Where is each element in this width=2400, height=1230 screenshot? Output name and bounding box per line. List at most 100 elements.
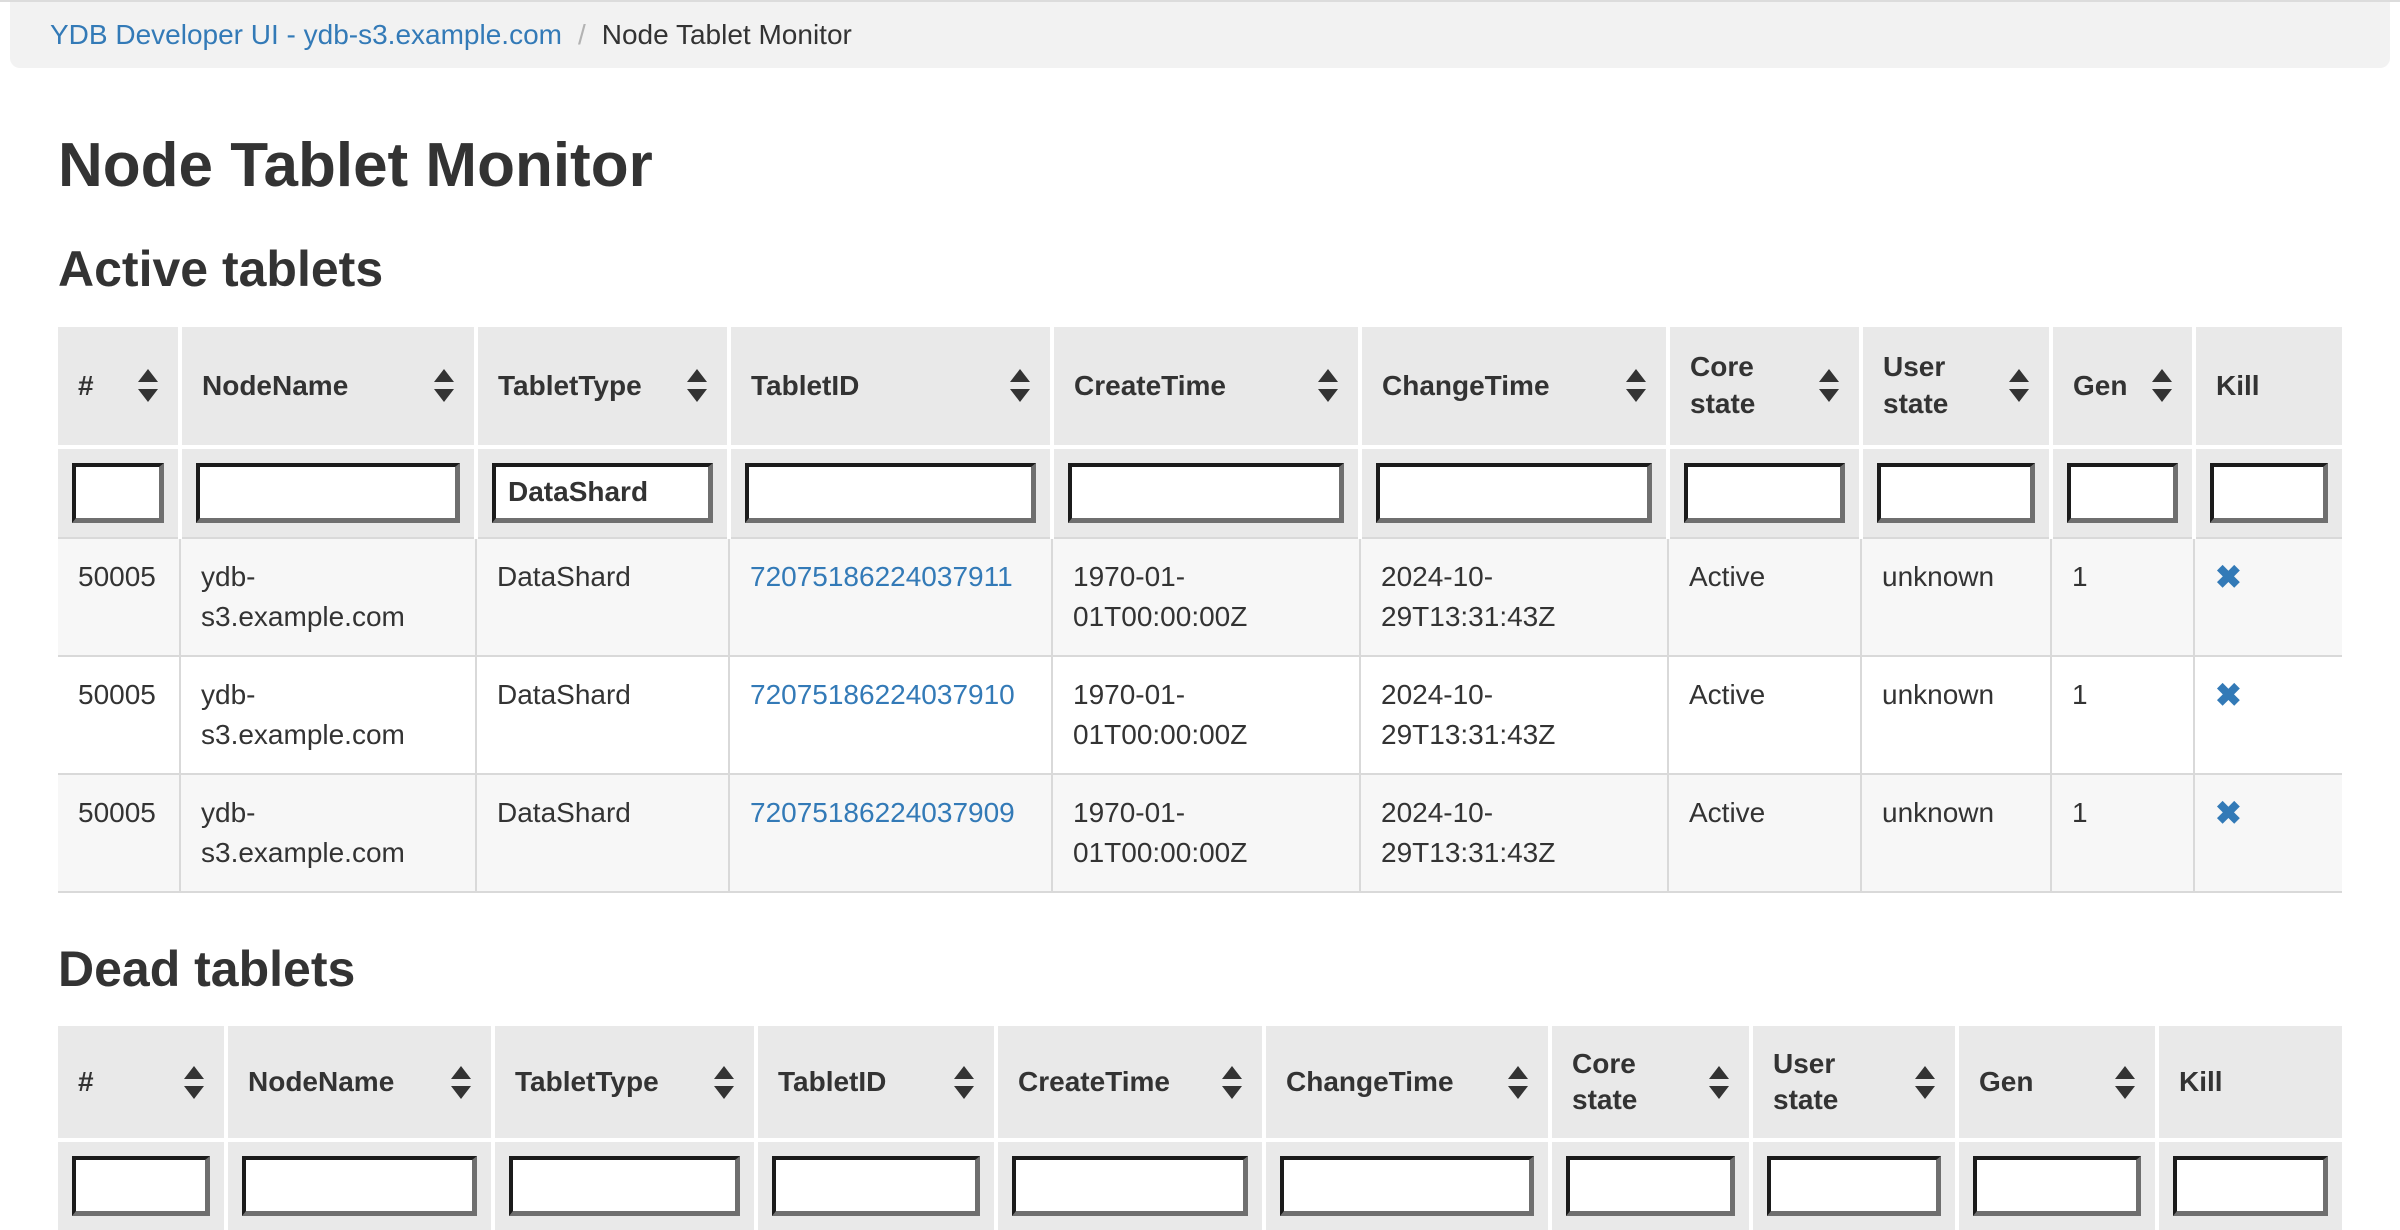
sort-icon xyxy=(1318,369,1338,402)
nodename-cell: ydb-s3.example.com xyxy=(180,656,476,774)
kill-icon[interactable]: ✖ xyxy=(2215,795,2242,831)
sort-icon xyxy=(1915,1066,1935,1099)
filter-tablettype-input[interactable] xyxy=(509,1156,740,1216)
num-cell: 50005 xyxy=(58,774,180,892)
tablet-row: 50005 ydb-s3.example.com DataShard 72075… xyxy=(58,656,2342,774)
filter-gen-input[interactable] xyxy=(2067,463,2178,523)
filter-kill-input[interactable] xyxy=(2210,463,2328,523)
filter-tabletid-input[interactable] xyxy=(745,463,1036,523)
dead-filter-row xyxy=(58,1140,2342,1230)
sort-icon xyxy=(2115,1066,2135,1099)
dead-tablets-table: # NodeName TabletType TabletID CreateTim… xyxy=(58,1026,2342,1230)
filter-num-input[interactable] xyxy=(72,1156,210,1216)
column-header-tabletid[interactable]: TabletID xyxy=(729,327,1052,447)
filter-changetime-input[interactable] xyxy=(1376,463,1652,523)
breadcrumb-separator: / xyxy=(578,19,586,51)
filter-num-input[interactable] xyxy=(72,463,164,523)
column-label: Core state xyxy=(1690,349,1809,422)
filter-createtime-input[interactable] xyxy=(1068,463,1344,523)
column-header-createtime[interactable]: CreateTime xyxy=(1052,327,1360,447)
column-label: Core state xyxy=(1572,1046,1699,1119)
breadcrumb-current: Node Tablet Monitor xyxy=(602,19,852,51)
column-header-nodename[interactable]: NodeName xyxy=(180,327,476,447)
filter-corestate-input[interactable] xyxy=(1566,1156,1735,1216)
column-header-num[interactable]: # xyxy=(58,1026,226,1140)
changetime-cell: 2024-10-29T13:31:43Z xyxy=(1360,538,1668,656)
kill-icon[interactable]: ✖ xyxy=(2215,559,2242,595)
active-tablets-table: # NodeName TabletType TabletID CreateTim… xyxy=(58,327,2342,893)
filter-userstate-input[interactable] xyxy=(1877,463,2035,523)
column-header-changetime[interactable]: ChangeTime xyxy=(1360,327,1668,447)
filter-tablettype-input[interactable] xyxy=(492,463,713,523)
gen-cell: 1 xyxy=(2051,538,2194,656)
filter-tabletid-input[interactable] xyxy=(772,1156,980,1216)
filter-gen-input[interactable] xyxy=(1973,1156,2141,1216)
column-label: ChangeTime xyxy=(1286,1064,1454,1100)
column-label: # xyxy=(78,1064,94,1100)
sort-icon xyxy=(1626,369,1646,402)
gen-cell: 1 xyxy=(2051,774,2194,892)
sort-icon xyxy=(2009,369,2029,402)
breadcrumb-home-link[interactable]: YDB Developer UI - ydb-s3.example.com xyxy=(50,19,562,51)
tabletid-cell: 72075186224037910 xyxy=(729,656,1052,774)
column-header-userstate[interactable]: User state xyxy=(1751,1026,1957,1140)
tablet-row: 50005 ydb-s3.example.com DataShard 72075… xyxy=(58,538,2342,656)
createtime-cell: 1970-01-01T00:00:00Z xyxy=(1052,656,1360,774)
corestate-cell: Active xyxy=(1668,538,1861,656)
sort-icon xyxy=(714,1066,734,1099)
column-label: Kill xyxy=(2216,368,2260,404)
filter-changetime-input[interactable] xyxy=(1280,1156,1534,1216)
tablet-id-link[interactable]: 72075186224037911 xyxy=(750,561,1013,592)
column-header-tabletid[interactable]: TabletID xyxy=(756,1026,996,1140)
sort-icon xyxy=(451,1066,471,1099)
filter-createtime-input[interactable] xyxy=(1012,1156,1248,1216)
column-label: NodeName xyxy=(248,1064,394,1100)
sort-icon xyxy=(1222,1066,1242,1099)
corestate-cell: Active xyxy=(1668,774,1861,892)
column-header-gen[interactable]: Gen xyxy=(2051,327,2194,447)
active-header-row: # NodeName TabletType TabletID CreateTim… xyxy=(58,327,2342,447)
kill-cell: ✖ xyxy=(2194,538,2342,656)
createtime-cell: 1970-01-01T00:00:00Z xyxy=(1052,538,1360,656)
column-label: TabletID xyxy=(778,1064,886,1100)
column-label: User state xyxy=(1773,1046,1905,1119)
column-header-corestate[interactable]: Core state xyxy=(1668,327,1861,447)
column-header-num[interactable]: # xyxy=(58,327,180,447)
column-header-tablettype[interactable]: TabletType xyxy=(493,1026,756,1140)
column-label: TabletType xyxy=(498,368,642,404)
sort-icon xyxy=(687,369,707,402)
column-header-userstate[interactable]: User state xyxy=(1861,327,2051,447)
column-header-gen[interactable]: Gen xyxy=(1957,1026,2157,1140)
column-header-nodename[interactable]: NodeName xyxy=(226,1026,493,1140)
column-header-createtime[interactable]: CreateTime xyxy=(996,1026,1264,1140)
tablet-id-link[interactable]: 72075186224037909 xyxy=(750,797,1015,828)
userstate-cell: unknown xyxy=(1861,656,2051,774)
column-header-changetime[interactable]: ChangeTime xyxy=(1264,1026,1550,1140)
column-label: TabletType xyxy=(515,1064,659,1100)
filter-corestate-input[interactable] xyxy=(1684,463,1845,523)
column-label: User state xyxy=(1883,349,1999,422)
column-label: CreateTime xyxy=(1074,368,1226,404)
num-cell: 50005 xyxy=(58,656,180,774)
column-label: CreateTime xyxy=(1018,1064,1170,1100)
filter-nodename-input[interactable] xyxy=(196,463,460,523)
nodename-cell: ydb-s3.example.com xyxy=(180,538,476,656)
userstate-cell: unknown xyxy=(1861,538,2051,656)
breadcrumb: YDB Developer UI - ydb-s3.example.com / … xyxy=(10,2,2390,68)
filter-nodename-input[interactable] xyxy=(242,1156,477,1216)
filter-kill-input[interactable] xyxy=(2173,1156,2328,1216)
kill-icon[interactable]: ✖ xyxy=(2215,677,2242,713)
column-header-tablettype[interactable]: TabletType xyxy=(476,327,729,447)
column-label: Kill xyxy=(2179,1064,2223,1100)
tablet-id-link[interactable]: 72075186224037910 xyxy=(750,679,1015,710)
tablettype-cell: DataShard xyxy=(476,656,729,774)
column-header-corestate[interactable]: Core state xyxy=(1550,1026,1751,1140)
column-label: # xyxy=(78,368,94,404)
page-title: Node Tablet Monitor xyxy=(58,130,2342,201)
filter-userstate-input[interactable] xyxy=(1767,1156,1941,1216)
gen-cell: 1 xyxy=(2051,656,2194,774)
column-header-kill[interactable]: Kill xyxy=(2194,327,2342,447)
tabletid-cell: 72075186224037909 xyxy=(729,774,1052,892)
column-header-kill[interactable]: Kill xyxy=(2157,1026,2342,1140)
column-label: TabletID xyxy=(751,368,859,404)
